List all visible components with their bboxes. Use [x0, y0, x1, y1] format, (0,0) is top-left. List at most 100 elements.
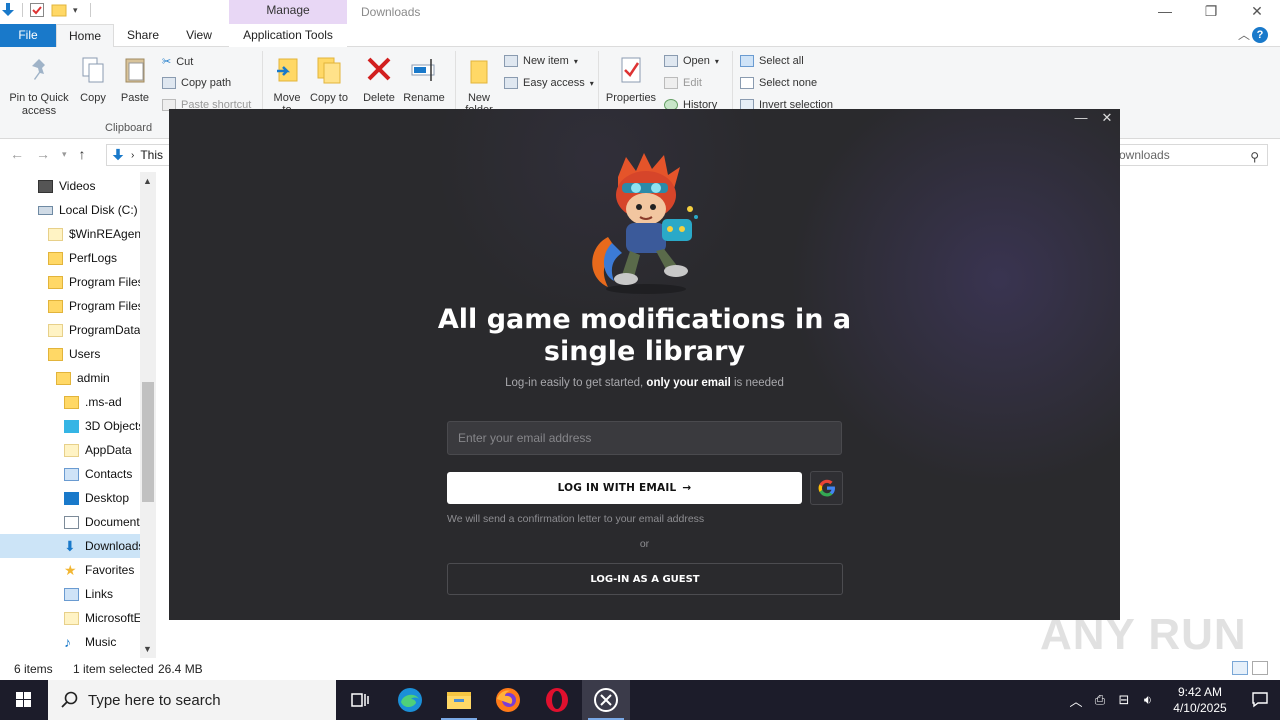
tab-file[interactable]: File [0, 24, 56, 47]
nav-item[interactable]: 3D Objects [0, 414, 140, 438]
nav-item[interactable]: Program Files [0, 270, 140, 294]
nav-item-label: AppData [85, 443, 132, 457]
firefox-taskbar-button[interactable] [484, 680, 532, 720]
navigation-scrollbar[interactable]: ▲ ▼ [140, 172, 156, 658]
copy-path-icon [162, 77, 176, 89]
network-icon[interactable]: ⊟ [1112, 692, 1136, 708]
rename-button[interactable]: Rename [402, 55, 446, 104]
downloads-arrow-icon[interactable] [0, 2, 16, 18]
nav-item[interactable]: Local Disk (C:) [0, 198, 140, 222]
qat-dropdown-icon[interactable]: ▾ [73, 5, 78, 16]
email-field[interactable] [447, 421, 842, 455]
tab-application-tools[interactable]: Application Tools [229, 24, 347, 47]
nav-item[interactable]: AppData [0, 438, 140, 462]
task-view-button[interactable] [336, 680, 384, 720]
nav-item[interactable]: ★ Favorites [0, 558, 140, 582]
breadcrumb[interactable]: This [140, 148, 163, 162]
copy-to-button[interactable]: Copy to [310, 55, 348, 104]
recent-dropdown-icon[interactable]: ▾ [62, 149, 67, 162]
nav-item[interactable]: $WinREAgent [0, 222, 140, 246]
scroll-down-icon[interactable]: ▼ [143, 644, 152, 654]
cut-button[interactable]: ✂ Cut [162, 55, 193, 69]
game-launcher-taskbar-button[interactable] [582, 680, 630, 720]
nav-item[interactable]: PerfLogs [0, 246, 140, 270]
scroll-up-icon[interactable]: ▲ [143, 176, 152, 186]
login-with-email-button[interactable]: LOG IN WITH EMAIL → [447, 472, 802, 504]
notification-center-button[interactable] [1240, 690, 1280, 711]
gamer-mascot-icon [592, 153, 698, 294]
select-all-button[interactable]: Select all [740, 55, 804, 67]
close-button[interactable]: ✕ [1234, 0, 1280, 24]
pin-quick-access-button[interactable]: Pin to Quick access [4, 55, 74, 118]
collapse-ribbon-icon[interactable]: ︿ [1238, 26, 1250, 43]
delete-button[interactable]: Delete [360, 55, 398, 104]
google-login-button[interactable] [810, 471, 843, 505]
large-icons-view-icon[interactable] [1252, 661, 1268, 675]
select-all-icon [740, 55, 754, 67]
start-button[interactable] [0, 680, 48, 720]
file-explorer-taskbar-button[interactable] [435, 680, 483, 720]
folder-icon [64, 395, 79, 409]
volume-icon[interactable]: 🔉︎ [1136, 692, 1160, 708]
firefox-icon [496, 688, 520, 712]
forward-arrow-icon[interactable]: → [36, 146, 50, 162]
show-hidden-icons-icon[interactable]: ︿ [1064, 691, 1088, 710]
tab-home[interactable]: Home [56, 24, 114, 48]
opera-taskbar-button[interactable] [533, 680, 581, 720]
paste-button[interactable]: Paste [118, 55, 152, 104]
breadcrumb-separator-icon: › [131, 149, 135, 161]
easy-access-button[interactable]: Easy access ▾ [504, 77, 594, 89]
nav-item[interactable]: Users [0, 342, 140, 366]
copy-to-icon [317, 57, 341, 84]
nav-item[interactable]: .ms-ad [0, 390, 140, 414]
login-as-guest-button[interactable]: LOG-IN AS A GUEST [447, 563, 843, 595]
game-launcher-icon [594, 688, 618, 712]
details-view-icon[interactable] [1232, 661, 1248, 675]
modal-minimize-button[interactable]: — [1068, 109, 1094, 129]
scrollbar-thumb[interactable] [142, 382, 154, 502]
tab-view[interactable]: View [172, 24, 226, 47]
maximize-button[interactable]: ❐ [1188, 0, 1234, 24]
tab-share[interactable]: Share [114, 24, 172, 47]
search-icon: ⚲ [1250, 150, 1259, 164]
nav-item[interactable]: admin [0, 366, 140, 390]
folder-icon [56, 371, 71, 385]
select-none-button[interactable]: Select none [740, 77, 817, 89]
manage-tab[interactable]: Manage [229, 0, 347, 24]
back-arrow-icon[interactable]: ← [10, 146, 24, 162]
nav-item[interactable]: Contacts [0, 462, 140, 486]
copy-path-button[interactable]: Copy path [162, 77, 231, 89]
nav-item[interactable]: MicrosoftEdge [0, 606, 140, 630]
modal-close-button[interactable]: ✕ [1094, 109, 1120, 129]
help-icon[interactable]: ? [1252, 27, 1268, 43]
address-bar[interactable]: › This [106, 144, 176, 166]
new-folder-button[interactable]: New folder [460, 55, 498, 116]
qat-divider [89, 3, 91, 17]
properties-check-icon[interactable] [29, 2, 45, 18]
up-arrow-icon[interactable]: ↑ [79, 146, 86, 162]
open-button[interactable]: Open ▾ [664, 55, 719, 67]
nav-item[interactable]: ProgramData [0, 318, 140, 342]
search-input[interactable]: ownloads ⚲ [1112, 144, 1268, 166]
nav-item[interactable]: Videos [0, 174, 140, 198]
nav-item[interactable]: ⬇ Downloads [0, 534, 140, 558]
new-item-button[interactable]: New item ▾ [504, 55, 578, 67]
move-to-button[interactable]: Move to [268, 55, 306, 116]
properties-button[interactable]: Properties [603, 55, 659, 104]
edge-taskbar-button[interactable] [386, 680, 434, 720]
nav-item[interactable]: Links [0, 582, 140, 606]
nav-item[interactable]: ♪ Music [0, 630, 140, 654]
edit-button[interactable]: Edit [664, 77, 702, 89]
taskbar-search-box[interactable]: Type here to search [48, 680, 336, 720]
modal-subtitle: Log-in easily to get started, only your … [505, 377, 784, 389]
launcher-modal: — ✕ All game modifications in a single l… [169, 109, 1120, 620]
copy-button[interactable]: Copy [76, 55, 110, 104]
nav-item[interactable]: Desktop [0, 486, 140, 510]
nav-item[interactable]: Documents [0, 510, 140, 534]
new-folder-icon[interactable] [51, 2, 67, 18]
arrow-right-icon: → [682, 482, 692, 494]
nav-item[interactable]: Program Files [0, 294, 140, 318]
minimize-button[interactable]: — [1142, 0, 1188, 24]
taskbar-clock[interactable]: 9:42 AM 4/10/2025 [1160, 684, 1240, 716]
device-icon[interactable]: ⎙ [1088, 692, 1112, 708]
